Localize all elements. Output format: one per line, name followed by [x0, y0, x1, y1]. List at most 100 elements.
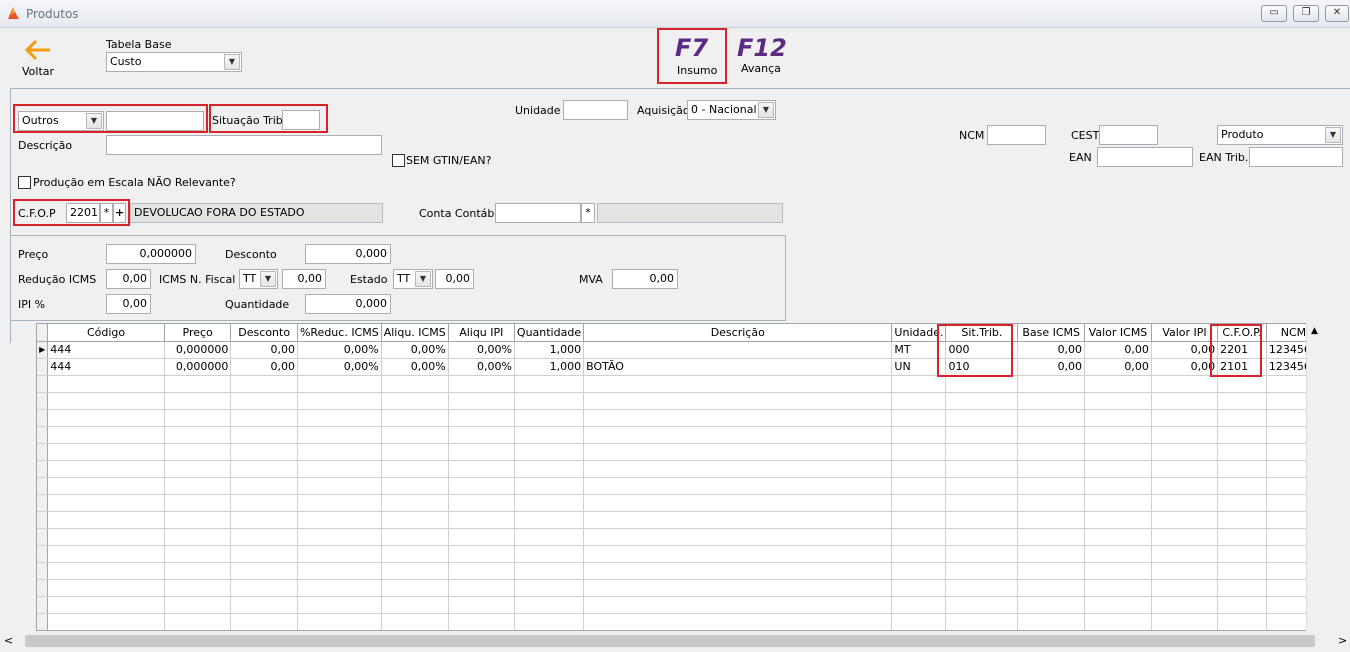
table-cell[interactable]: 0,00% [297, 358, 382, 376]
table-cell[interactable] [297, 579, 382, 597]
table-cell[interactable] [891, 562, 947, 580]
row-indicator[interactable] [37, 358, 49, 376]
table-cell[interactable] [1151, 409, 1219, 427]
row-indicator[interactable] [37, 426, 49, 444]
table-cell[interactable] [1017, 443, 1086, 461]
table-cell[interactable] [297, 443, 382, 461]
row-indicator[interactable] [37, 562, 49, 580]
row-indicator[interactable] [37, 511, 49, 529]
aquisicao-select[interactable]: 0 - Nacional ▼ [687, 100, 776, 120]
table-cell[interactable] [1151, 562, 1219, 580]
table-cell[interactable] [1017, 562, 1086, 580]
table-cell[interactable] [230, 562, 298, 580]
table-cell[interactable] [381, 443, 449, 461]
table-cell[interactable] [583, 341, 893, 359]
table-cell[interactable] [448, 409, 515, 427]
empty-row[interactable] [37, 562, 1321, 580]
table-cell[interactable] [514, 392, 585, 410]
table-cell[interactable] [381, 596, 449, 614]
scroll-right-icon[interactable]: > [1338, 634, 1347, 647]
table-cell[interactable] [514, 562, 585, 580]
table-cell[interactable] [583, 426, 893, 444]
table-cell[interactable] [164, 528, 232, 546]
current-row-indicator-icon[interactable]: ▶ [37, 341, 49, 359]
preco-input[interactable]: 0,000000 [106, 244, 196, 264]
table-cell[interactable] [448, 528, 515, 546]
minimize-button[interactable]: ▭ [1261, 5, 1287, 22]
table-cell[interactable] [514, 545, 585, 563]
row-indicator[interactable] [37, 477, 49, 495]
table-cell[interactable] [1017, 596, 1086, 614]
table-cell[interactable] [583, 579, 893, 597]
mva-input[interactable]: 0,00 [612, 269, 678, 289]
cest-input[interactable] [1099, 125, 1158, 145]
table-cell[interactable] [47, 613, 165, 630]
row-indicator[interactable] [37, 528, 49, 546]
table-cell[interactable] [1084, 562, 1152, 580]
table-cell[interactable] [1084, 477, 1152, 495]
table-row[interactable]: 444 0,000000 0,00 0,00% 0,00% 0,00% 1,000 BOTÃO… [37, 358, 1321, 376]
back-button[interactable]: Voltar [18, 38, 58, 80]
table-cell[interactable] [448, 375, 515, 393]
table-cell[interactable] [381, 579, 449, 597]
table-cell[interactable] [583, 460, 893, 478]
table-cell[interactable] [448, 426, 515, 444]
table-cell[interactable] [47, 392, 165, 410]
empty-row[interactable] [37, 443, 1321, 461]
table-cell[interactable] [1017, 477, 1086, 495]
table-cell[interactable] [514, 613, 585, 630]
table-cell[interactable] [47, 460, 165, 478]
table-cell[interactable] [230, 392, 298, 410]
table-cell[interactable] [1017, 494, 1086, 512]
table-cell[interactable] [1151, 375, 1219, 393]
scroll-thumb[interactable] [25, 635, 1315, 647]
table-cell[interactable] [381, 613, 449, 630]
table-cell[interactable] [164, 596, 232, 614]
produto-select[interactable]: Produto ▼ [1217, 125, 1343, 145]
table-cell[interactable] [1217, 528, 1267, 546]
table-cell[interactable] [164, 613, 232, 630]
table-cell[interactable] [47, 477, 165, 495]
table-cell[interactable]: 0,00 [1151, 341, 1219, 359]
table-cell[interactable] [1217, 477, 1267, 495]
table-cell[interactable] [1217, 596, 1267, 614]
table-cell[interactable] [891, 392, 947, 410]
table-cell[interactable] [230, 375, 298, 393]
quantidade-input[interactable]: 0,000 [305, 294, 391, 314]
desconto-input[interactable]: 0,000 [305, 244, 391, 264]
table-cell[interactable] [448, 579, 515, 597]
table-cell[interactable] [891, 409, 947, 427]
table-cell[interactable] [448, 477, 515, 495]
table-cell[interactable] [448, 545, 515, 563]
table-cell[interactable] [448, 443, 515, 461]
column-header[interactable]: Aliqu IPI [448, 324, 515, 342]
table-cell[interactable]: 0,00 [1017, 341, 1086, 359]
table-cell[interactable] [381, 494, 449, 512]
table-cell[interactable] [945, 596, 1019, 614]
icms-nf-select[interactable]: TT ▼ [239, 269, 278, 289]
table-cell[interactable] [583, 528, 893, 546]
table-cell[interactable] [297, 426, 382, 444]
table-cell[interactable] [1151, 494, 1219, 512]
table-cell[interactable] [1084, 375, 1152, 393]
restore-button[interactable]: ❐ [1293, 5, 1319, 22]
table-cell[interactable] [891, 579, 947, 597]
table-cell[interactable] [514, 443, 585, 461]
conta-search-button[interactable]: * [581, 203, 595, 223]
table-cell[interactable] [891, 426, 947, 444]
table-cell[interactable] [230, 460, 298, 478]
table-cell[interactable] [1017, 409, 1086, 427]
table-cell[interactable] [891, 596, 947, 614]
table-cell[interactable] [448, 460, 515, 478]
table-cell[interactable] [945, 477, 1019, 495]
column-header[interactable]: Desconto [230, 324, 298, 342]
table-cell[interactable] [1151, 545, 1219, 563]
table-cell[interactable] [891, 375, 947, 393]
table-cell[interactable] [945, 528, 1019, 546]
table-cell[interactable] [47, 528, 165, 546]
empty-row[interactable] [37, 409, 1321, 427]
table-cell[interactable] [891, 511, 947, 529]
empty-row[interactable] [37, 545, 1321, 563]
table-cell[interactable] [381, 460, 449, 478]
table-cell[interactable] [164, 562, 232, 580]
